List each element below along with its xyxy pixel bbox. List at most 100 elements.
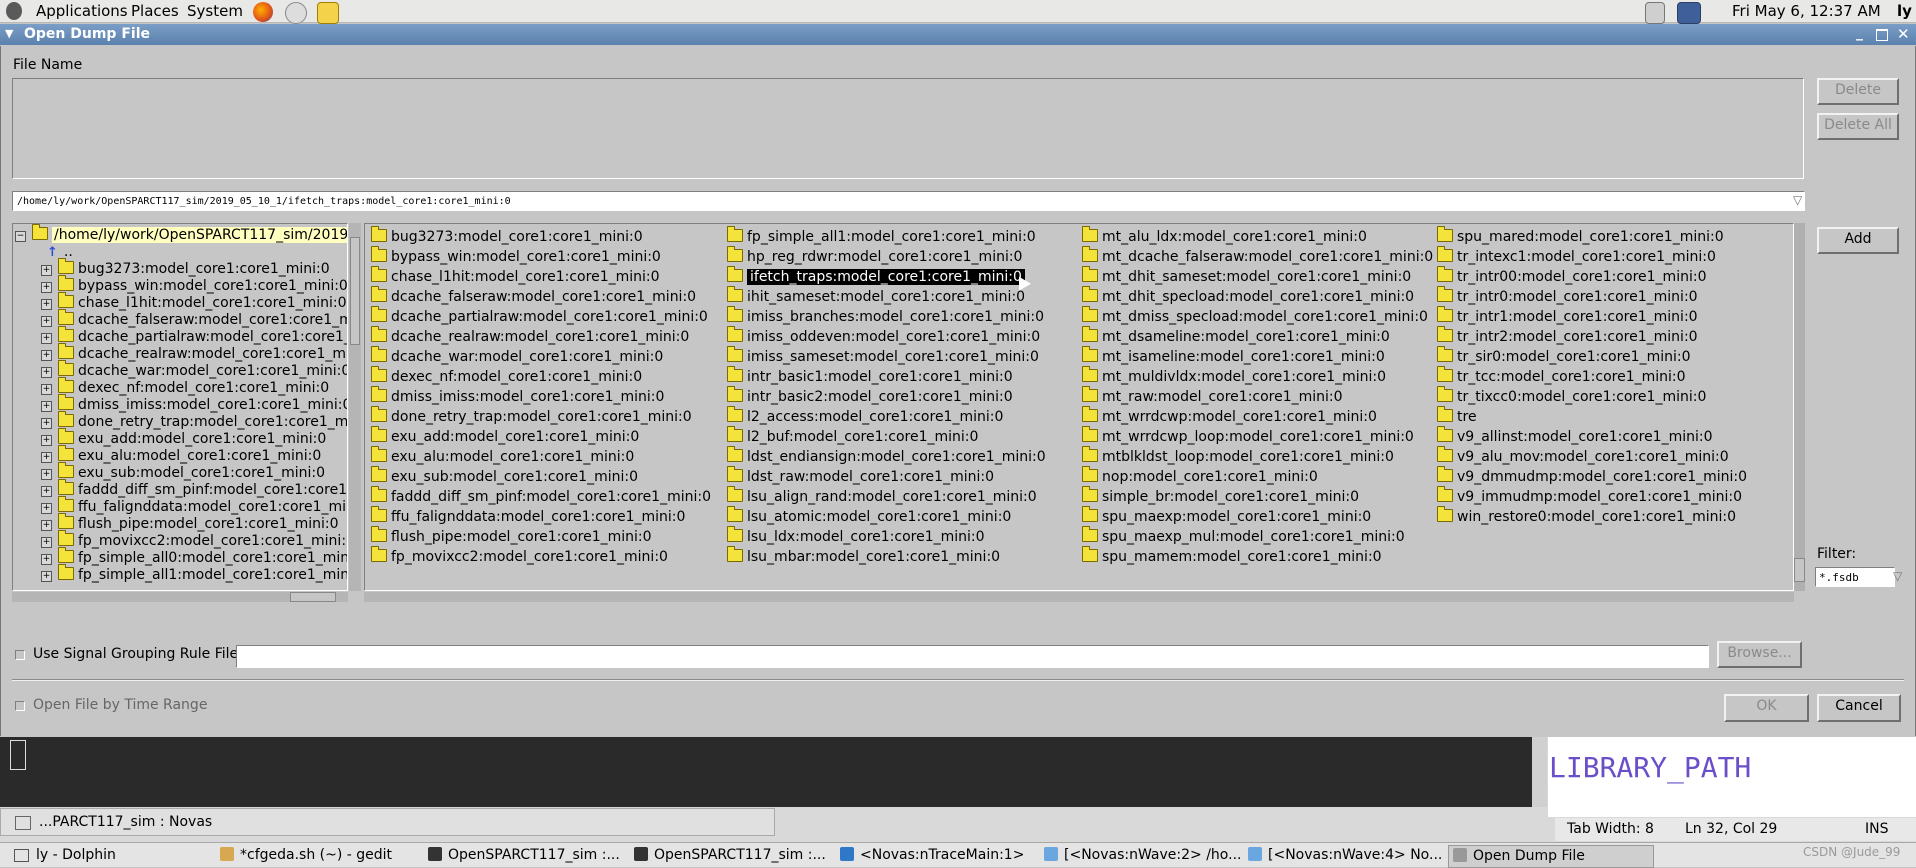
browse-button[interactable]: Browse... (1717, 641, 1802, 668)
expand-icon[interactable]: + (41, 299, 52, 310)
expand-icon[interactable]: + (41, 384, 52, 395)
tree-item[interactable]: + exu_alu:model_core1:core1_mini:0 (41, 445, 321, 465)
delete-all-button[interactable]: Delete All (1817, 113, 1899, 140)
tree-item[interactable]: + flush_pipe:model_core1:core1_mini:0 (41, 513, 339, 533)
file-item[interactable]: tr_intr00:model_core1:core1_mini:0 (1437, 266, 1706, 286)
add-button[interactable]: Add (1817, 227, 1899, 254)
file-item[interactable]: dcache_realraw:model_core1:core1_mini:0 (371, 326, 689, 346)
menu-places[interactable]: Places (131, 2, 179, 20)
terminal-scrollbar[interactable] (1532, 737, 1547, 807)
file-item[interactable]: mt_wrrdcwp:model_core1:core1_mini:0 (1082, 406, 1377, 426)
cancel-button[interactable]: Cancel (1817, 694, 1901, 722)
editor-area[interactable]: LIBRARY_PATH (1548, 737, 1916, 817)
file-item[interactable]: simple_br:model_core1:core1_mini:0 (1082, 486, 1359, 506)
tree-vertical-scrollbar[interactable] (349, 223, 361, 591)
expand-icon[interactable]: + (41, 571, 52, 582)
firefox-icon[interactable] (253, 2, 273, 22)
expand-icon[interactable]: + (41, 554, 52, 565)
tree-item[interactable]: + bypass_win:model_core1:core1_mini:0 (41, 275, 347, 295)
file-item[interactable]: imiss_oddeven:model_core1:core1_mini:0 (727, 326, 1040, 346)
file-item[interactable]: ldst_endiansign:model_core1:core1_mini:0 (727, 446, 1046, 466)
mail-icon[interactable] (285, 2, 307, 24)
expand-icon[interactable]: + (41, 265, 52, 276)
task-nwave-4[interactable]: [<Novas:nWave:4> No... (1244, 845, 1448, 866)
file-item[interactable]: exu_sub:model_core1:core1_mini:0 (371, 466, 638, 486)
directory-tree[interactable]: −/home/ly/work/OpenSPARCT117_sim/2019_05… (12, 223, 348, 591)
file-item[interactable]: mt_dhit_specload:model_core1:core1_mini:… (1082, 286, 1414, 306)
tree-item[interactable]: + dcache_war:model_core1:core1_mini:0 (41, 360, 347, 380)
expand-icon[interactable]: + (41, 350, 52, 361)
tree-item[interactable]: + fp_simple_all0:model_core1:core1_mini:0 (41, 547, 347, 567)
file-item[interactable]: exu_add:model_core1:core1_mini:0 (371, 426, 639, 446)
file-item[interactable]: tr_sir0:model_core1:core1_mini:0 (1437, 346, 1691, 366)
file-item[interactable]: tr_intexc1:model_core1:core1_mini:0 (1437, 246, 1716, 266)
task-ntrace[interactable]: <Novas:nTraceMain:1> (836, 845, 1040, 866)
file-item[interactable]: mt_dsameline:model_core1:core1_mini:0 (1082, 326, 1390, 346)
dialog-titlebar[interactable]: ▼ Open Dump File _ ✕ (0, 24, 1916, 45)
filter-dropdown-icon[interactable]: ▽ (1893, 569, 1902, 583)
clock[interactable]: Fri May 6, 12:37 AM (1732, 2, 1881, 20)
file-item[interactable]: nop:model_core1:core1_mini:0 (1082, 466, 1318, 486)
expand-icon[interactable]: + (41, 418, 52, 429)
novas-window-tab[interactable]: ...PARCT117_sim : Novas (0, 808, 775, 836)
file-list-horizontal-scrollbar[interactable] (364, 592, 1794, 602)
file-item[interactable]: dcache_partialraw:model_core1:core1_mini… (371, 306, 708, 326)
file-item[interactable]: v9_alu_mov:model_core1:core1_mini:0 (1437, 446, 1729, 466)
expand-icon[interactable]: + (41, 316, 52, 327)
ok-button[interactable]: OK (1724, 694, 1809, 722)
tree-item[interactable]: + faddd_diff_sm_pinf:model_core1:core1_mi… (41, 479, 347, 499)
file-item[interactable]: ldst_raw:model_core1:core1_mini:0 (727, 466, 994, 486)
file-item[interactable]: mt_alu_ldx:model_core1:core1_mini:0 (1082, 226, 1367, 246)
menu-system[interactable]: System (187, 2, 243, 20)
file-item[interactable]: spu_mared:model_core1:core1_mini:0 (1437, 226, 1724, 246)
file-item[interactable]: intr_basic2:model_core1:core1_mini:0 (727, 386, 1013, 406)
tree-item[interactable]: + chase_l1hit:model_core1:core1_mini:0 (41, 292, 347, 312)
expand-icon[interactable]: + (41, 367, 52, 378)
file-item[interactable]: chase_l1hit:model_core1:core1_mini:0 (371, 266, 660, 286)
expand-icon[interactable]: + (41, 435, 52, 446)
file-item[interactable]: fp_simple_all1:model_core1:core1_mini:0 (727, 226, 1036, 246)
tree-item[interactable]: + fp_simple_all1:model_core1:core1_mini:0 (41, 564, 347, 584)
file-item[interactable]: imiss_sameset:model_core1:core1_mini:0 (727, 346, 1039, 366)
file-item[interactable]: lsu_align_rand:model_core1:core1_mini:0 (727, 486, 1037, 506)
task-dolphin[interactable]: ly - Dolphin (32, 845, 212, 866)
show-desktop-icon[interactable] (14, 849, 29, 862)
tree-item[interactable]: + bug3273:model_core1:core1_mini:0 (41, 258, 330, 278)
time-range-checkbox[interactable] (15, 701, 25, 711)
file-item[interactable]: dexec_nf:model_core1:core1_mini:0 (371, 366, 642, 386)
tree-item[interactable]: + dexec_nf:model_core1:core1_mini:0 (41, 377, 329, 397)
network-icon[interactable] (1677, 2, 1701, 24)
file-item[interactable]: l2_buf:model_core1:core1_mini:0 (727, 426, 978, 446)
file-item[interactable]: hp_reg_rdwr:model_core1:core1_mini:0 (727, 246, 1022, 266)
window-menu-icon[interactable]: ▼ (5, 27, 13, 40)
file-item[interactable]: spu_maexp_mul:model_core1:core1_mini:0 (1082, 526, 1405, 546)
file-item[interactable]: tre (1437, 406, 1477, 426)
expand-icon[interactable]: + (41, 469, 52, 480)
task-gedit[interactable]: *cfgeda.sh (~) - gedit (216, 845, 420, 866)
signal-grouping-input[interactable] (236, 645, 1709, 668)
file-item[interactable]: imiss_branches:model_core1:core1_mini:0 (727, 306, 1044, 326)
file-item[interactable]: flush_pipe:model_core1:core1_mini:0 (371, 526, 652, 546)
file-name-list[interactable] (12, 78, 1804, 179)
file-item[interactable]: mt_wrrdcwp_loop:model_core1:core1_mini:0 (1082, 426, 1414, 446)
expand-icon[interactable]: + (41, 452, 52, 463)
minimize-icon[interactable]: _ (1856, 25, 1863, 41)
expand-icon[interactable]: + (41, 520, 52, 531)
file-item[interactable]: mt_dmiss_specload:model_core1:core1_mini… (1082, 306, 1428, 326)
tree-horizontal-scrollbar[interactable] (12, 592, 348, 602)
expand-icon[interactable]: + (41, 537, 52, 548)
file-item[interactable]: l2_access:model_core1:core1_mini:0 (727, 406, 1003, 426)
file-item[interactable]: tr_tcc:model_core1:core1_mini:0 (1437, 366, 1686, 386)
delete-button[interactable]: Delete (1817, 78, 1899, 105)
file-item-selected[interactable]: ifetch_traps:model_core1:core1_mini:0 (727, 266, 1025, 286)
file-item[interactable]: v9_immudmp:model_core1:core1_mini:0 (1437, 486, 1742, 506)
file-item[interactable]: lsu_mbar:model_core1:core1_mini:0 (727, 546, 1000, 566)
file-item[interactable]: lsu_atomic:model_core1:core1_mini:0 (727, 506, 1011, 526)
tab-width[interactable]: Tab Width: 8 (1567, 821, 1654, 837)
file-item[interactable]: mt_isameline:model_core1:core1_mini:0 (1082, 346, 1385, 366)
file-item[interactable]: done_retry_trap:model_core1:core1_mini:0 (371, 406, 692, 426)
maximize-icon[interactable] (1876, 29, 1888, 41)
file-item[interactable]: dcache_war:model_core1:core1_mini:0 (371, 346, 663, 366)
file-item[interactable]: mt_raw:model_core1:core1_mini:0 (1082, 386, 1343, 406)
tree-item[interactable]: + done_retry_trap:model_core1:core1_mini:… (41, 411, 347, 431)
